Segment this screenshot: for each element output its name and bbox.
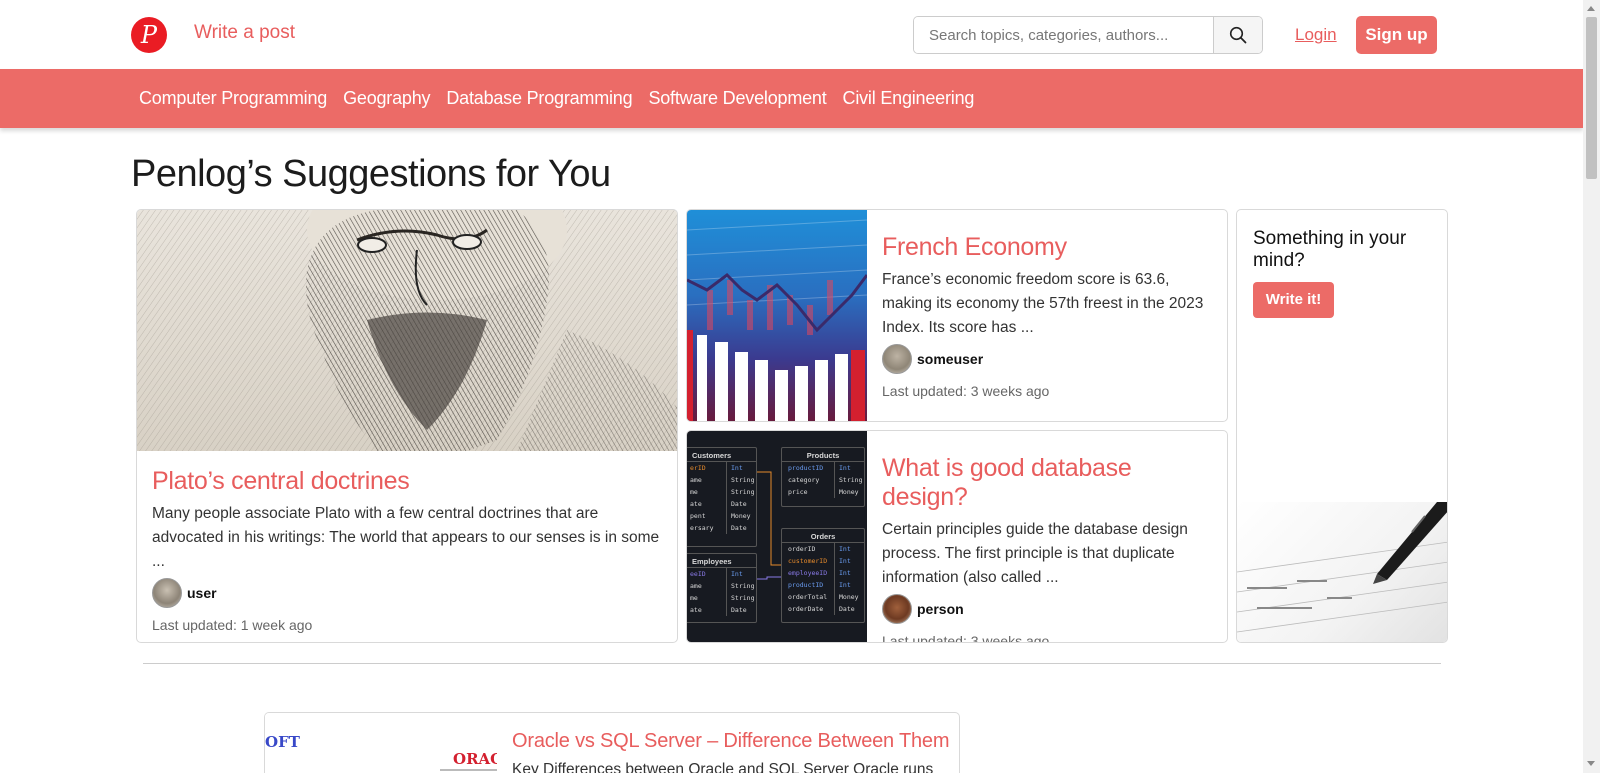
search-icon <box>1229 26 1247 44</box>
economy-chart-graphic <box>687 219 867 421</box>
penlog-logo[interactable]: P <box>131 17 167 53</box>
scroll-up-arrow[interactable] <box>1587 6 1595 11</box>
post-excerpt: Many people associate Plato with a few c… <box>152 505 660 570</box>
page-title: Penlog’s Suggestions for You <box>131 153 611 195</box>
author-name: person <box>917 601 964 617</box>
category-database-programming[interactable]: Database Programming <box>446 88 632 109</box>
signup-button[interactable]: Sign up <box>1356 16 1437 54</box>
featured-post-card[interactable]: Plato’s central doctrines Many people as… <box>136 209 678 643</box>
post-excerpt: Certain principles guide the database de… <box>882 521 1188 586</box>
post-title[interactable]: French Economy <box>882 233 1217 262</box>
pen-graphic <box>1237 502 1447 633</box>
post-excerpt: France’s economic freedom score is 63.6,… <box>882 271 1204 336</box>
search-input[interactable] <box>914 17 1213 53</box>
section-divider <box>143 663 1441 664</box>
category-computer-programming[interactable]: Computer Programming <box>139 88 327 109</box>
post-list-item[interactable]: OFT ORAC Oracle vs SQL Server – Differen… <box>264 712 960 773</box>
thumbnail-text-oracle: ORAC <box>453 750 497 768</box>
post-title[interactable]: Plato’s central doctrines <box>152 467 662 496</box>
last-updated: Last updated: 3 weeks ago <box>882 383 1050 399</box>
last-updated: Last updated: 3 weeks ago <box>882 633 1050 643</box>
pen-paper-image <box>1237 502 1447 642</box>
post-excerpt: Key Differences between Oracle and SQL S… <box>512 761 934 773</box>
scroll-thumb[interactable] <box>1586 17 1597 179</box>
category-nav: Computer Programming Geography Database … <box>0 69 1583 128</box>
scroll-down-arrow[interactable] <box>1587 761 1595 766</box>
author-avatar <box>152 578 182 608</box>
page-scrollbar[interactable] <box>1583 0 1600 773</box>
author-name: user <box>187 585 217 601</box>
post-author[interactable]: someuser <box>882 344 1217 374</box>
thumbnail-decoration <box>265 765 325 773</box>
write-post-link[interactable]: Write a post <box>194 22 295 44</box>
post-card-database-design[interactable]: Customers erID Int ame String me String ate Dat… <box>686 430 1228 643</box>
category-software-development[interactable]: Software Development <box>648 88 826 109</box>
author-name: someuser <box>917 351 984 367</box>
category-civil-engineering[interactable]: Civil Engineering <box>843 88 975 109</box>
post-title[interactable]: What is good database design? <box>882 454 1217 512</box>
economy-chart-image <box>687 210 867 421</box>
search-button[interactable] <box>1213 17 1262 53</box>
post-title[interactable]: Oracle vs SQL Server – Difference Betwee… <box>512 730 952 753</box>
plato-engraving <box>137 210 677 451</box>
relation-lines <box>757 471 781 580</box>
logo-letter: P <box>140 21 158 49</box>
write-it-button[interactable]: Write it! <box>1253 282 1334 318</box>
category-geography[interactable]: Geography <box>343 88 430 109</box>
post-author[interactable]: user <box>152 578 662 608</box>
last-updated: Last updated: 1 week ago <box>152 617 313 633</box>
author-avatar <box>882 344 912 374</box>
post-author[interactable]: person <box>882 594 1217 624</box>
plato-image <box>137 210 677 451</box>
oracle-thumbnail: OFT ORAC <box>265 713 497 773</box>
top-navbar: P Write a post Login Sign up <box>0 0 1583 69</box>
page: P Write a post Login Sign up Computer Pr… <box>0 0 1583 773</box>
search-form <box>913 16 1263 54</box>
post-card-french-economy[interactable]: French Economy France’s economic freedom… <box>686 209 1228 422</box>
author-avatar <box>882 594 912 624</box>
database-diagram-image: Customers erID Int ame String me String ate Dat… <box>687 431 867 642</box>
write-prompt-card: Something in your mind? Write it! <box>1236 209 1448 643</box>
login-link[interactable]: Login <box>1295 25 1337 45</box>
thumbnail-text-microsoft: OFT <box>265 733 300 751</box>
write-prompt-title: Something in your mind? <box>1253 228 1407 271</box>
